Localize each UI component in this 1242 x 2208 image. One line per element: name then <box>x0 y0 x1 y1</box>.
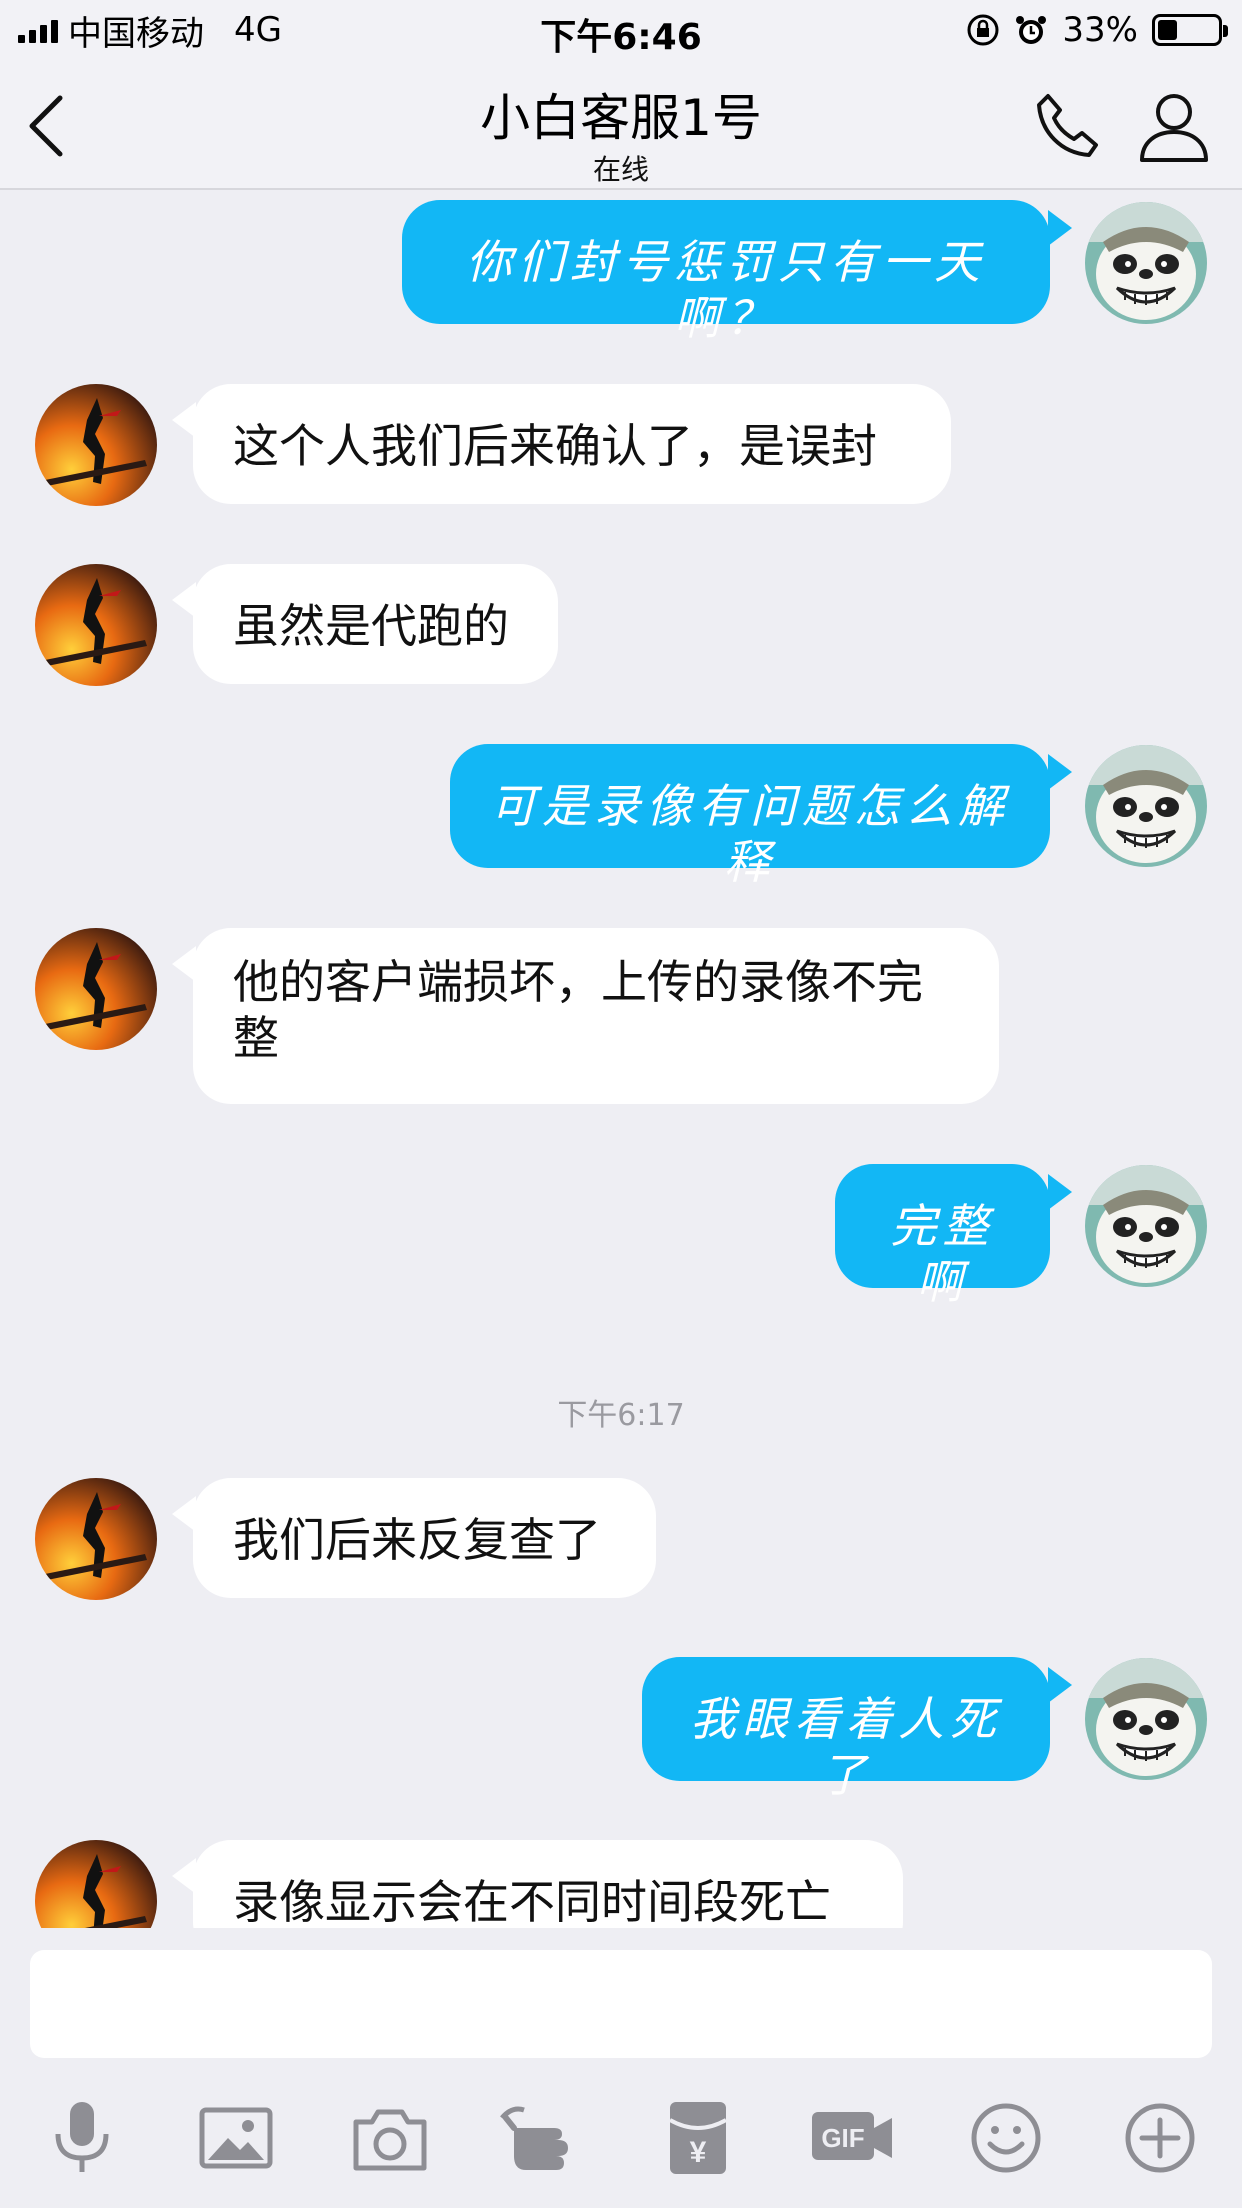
microphone-icon <box>55 2102 109 2172</box>
image-button[interactable] <box>196 2098 276 2178</box>
phone-icon <box>1037 94 1098 157</box>
bubble-tail <box>1048 754 1072 790</box>
poke-button[interactable] <box>500 2098 580 2178</box>
battery-icon <box>1152 14 1228 46</box>
message-bubble-incoming[interactable]: 虽然是代跑的 <box>193 564 558 684</box>
poke-hand-icon <box>500 2106 568 2170</box>
message-bubble-outgoing[interactable]: 你们封号惩罚只有一天啊？ <box>402 200 1050 345</box>
avatar-service-agent[interactable] <box>35 928 157 1050</box>
image-icon <box>199 2107 273 2169</box>
status-bar: 中国移动 4G 下午6:46 33% <box>0 0 1242 60</box>
message-bubble-outgoing[interactable]: 完整啊 <box>835 1164 1050 1309</box>
nav-bar: 小白客服1号 在线 <box>0 60 1242 190</box>
avatar-self[interactable] <box>1085 202 1207 324</box>
message-bubble-outgoing[interactable]: 我眼看着人死了 <box>642 1657 1050 1802</box>
more-button[interactable] <box>1120 2098 1200 2178</box>
avatar-self[interactable] <box>1085 1165 1207 1287</box>
gif-label: GIF <box>821 2123 864 2153</box>
avatar-service-agent[interactable] <box>35 564 157 686</box>
bubble-tail <box>1048 1174 1072 1210</box>
avatar-self[interactable] <box>1085 1658 1207 1780</box>
chat-timestamp: 下午6:17 <box>557 1398 685 1433</box>
camera-icon <box>353 2109 427 2171</box>
status-right: 33% <box>966 8 1228 52</box>
plus-icon <box>1125 2103 1195 2173</box>
message-clip-area: 录像显示会在不同时间段死亡 <box>0 1800 1242 1928</box>
alarm-icon <box>1014 13 1048 47</box>
call-button[interactable] <box>1030 88 1106 164</box>
battery-percent: 33% <box>1062 10 1138 50</box>
red-packet-button[interactable]: ¥ <box>658 2098 738 2178</box>
input-area: ¥ GIF <box>0 1930 1242 2208</box>
avatar-self[interactable] <box>1085 745 1207 867</box>
gif-icon: GIF <box>812 2112 892 2160</box>
camera-button[interactable] <box>350 2098 430 2178</box>
message-bubble-incoming[interactable]: 这个人我们后来确认了，是误封 <box>193 384 951 504</box>
voice-button[interactable] <box>42 2098 122 2178</box>
avatar-service-agent[interactable] <box>35 1840 157 1928</box>
avatar-service-agent[interactable] <box>35 384 157 506</box>
message-input[interactable] <box>30 1950 1212 2058</box>
message-bubble-outgoing[interactable]: 可是录像有问题怎么解释 <box>450 744 1050 889</box>
message-bubble-incoming[interactable]: 录像显示会在不同时间段死亡 <box>193 1840 903 1928</box>
bubble-tail <box>1048 210 1072 246</box>
message-bubble-incoming[interactable]: 他的客户端损坏，上传的录像不完整 <box>193 928 999 1104</box>
gif-button[interactable]: GIF <box>808 2098 898 2178</box>
message-bubble-incoming[interactable]: 我们后来反复查了 <box>193 1478 656 1598</box>
red-packet-icon: ¥ <box>669 2102 727 2174</box>
yen-glyph: ¥ <box>690 2136 707 2169</box>
emoji-icon <box>971 2103 1041 2173</box>
avatar-service-agent[interactable] <box>35 1478 157 1600</box>
orientation-lock-icon <box>966 13 1000 47</box>
profile-button[interactable] <box>1136 88 1212 164</box>
bubble-tail <box>1048 1667 1072 1703</box>
emoji-button[interactable] <box>966 2098 1046 2178</box>
profile-icon <box>1140 94 1208 162</box>
